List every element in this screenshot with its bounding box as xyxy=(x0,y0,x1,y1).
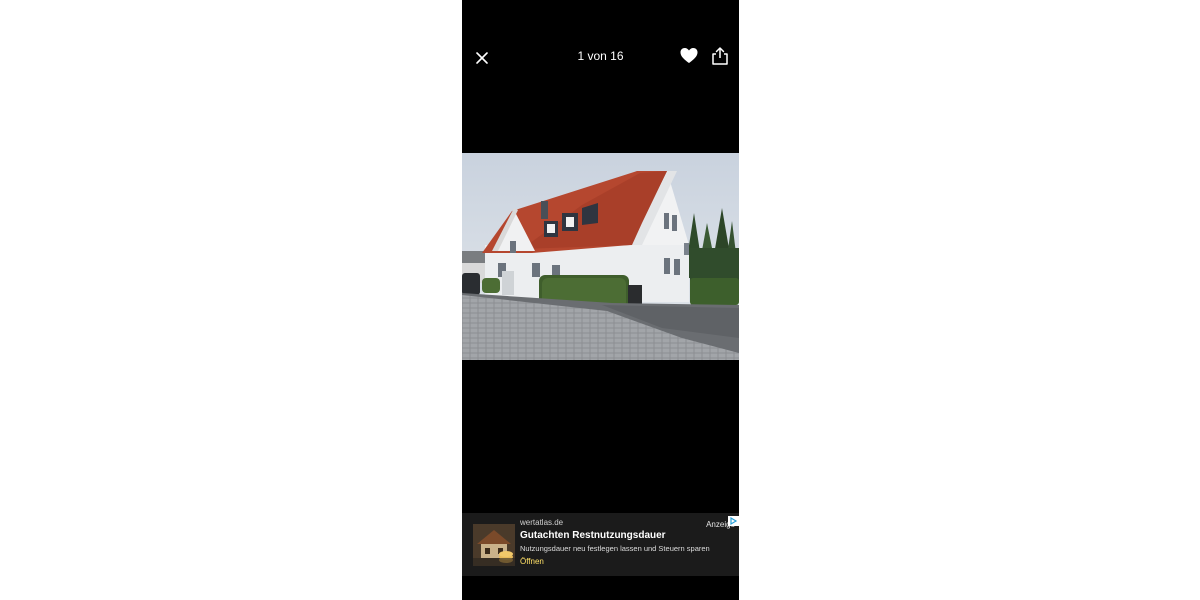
ad-description: Nutzungsdauer neu festlegen lassen und S… xyxy=(520,544,710,553)
ad-choices-button[interactable] xyxy=(728,513,739,526)
house-photo xyxy=(462,153,739,360)
ad-choices-icon xyxy=(728,516,739,526)
image-viewer: 1 von 16 wertatlas.de Anzeige Gutachten … xyxy=(462,0,739,600)
share-button[interactable] xyxy=(710,46,730,66)
ad-open-link[interactable]: Öffnen xyxy=(520,557,544,566)
share-icon xyxy=(712,47,728,65)
ad-title: Gutachten Restnutzungsdauer xyxy=(520,530,666,541)
favorite-button[interactable] xyxy=(679,46,699,66)
advertisement-banner[interactable]: wertatlas.de Anzeige Gutachten Restnutzu… xyxy=(462,513,739,576)
ad-thumbnail xyxy=(473,524,515,566)
ad-domain: wertatlas.de xyxy=(520,518,564,527)
house-coins-icon xyxy=(473,524,515,566)
viewer-topbar: 1 von 16 xyxy=(462,0,739,115)
listing-photo[interactable] xyxy=(462,153,739,360)
heart-icon xyxy=(680,48,698,63)
